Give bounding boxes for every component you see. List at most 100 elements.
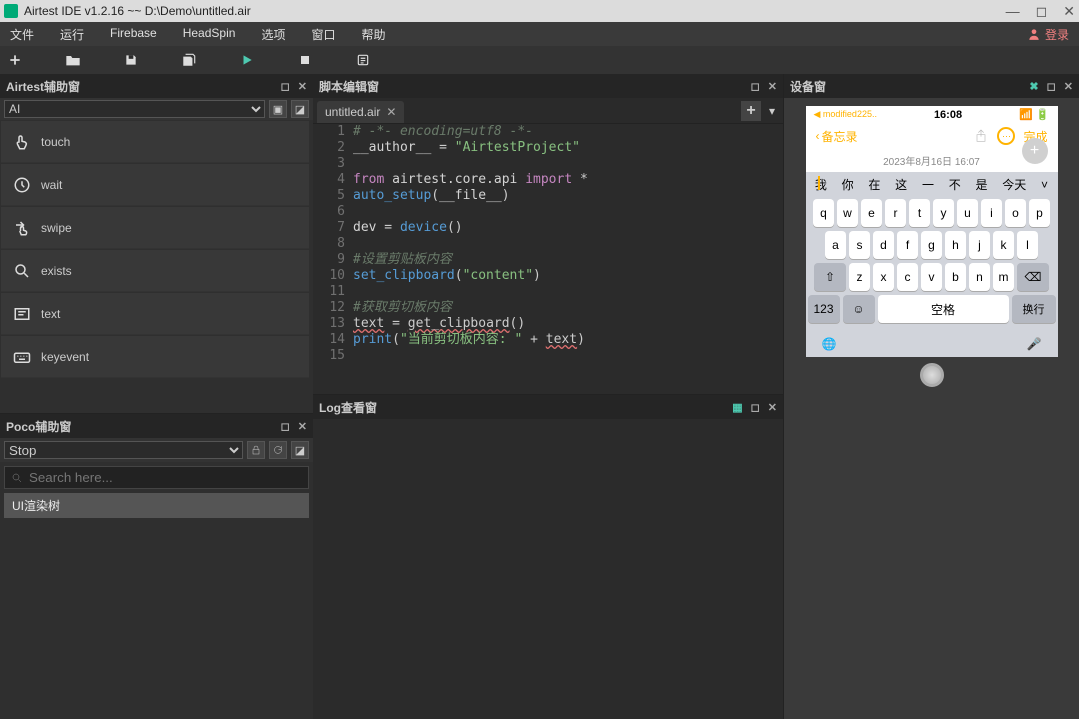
key-s[interactable]: s xyxy=(849,231,870,259)
home-button[interactable] xyxy=(920,363,944,387)
poco-capture-button[interactable]: ◪ xyxy=(291,441,309,459)
key-m[interactable]: m xyxy=(993,263,1014,291)
key-p[interactable]: p xyxy=(1029,199,1050,227)
num-key[interactable]: 123 xyxy=(808,295,840,323)
poco-panel-popout[interactable]: ◻ xyxy=(281,420,290,433)
candidate[interactable]: 这 xyxy=(895,176,907,193)
fab-add[interactable]: + xyxy=(1022,138,1048,164)
key-x[interactable]: x xyxy=(873,263,894,291)
device-panel-close[interactable]: ✕ xyxy=(1064,80,1073,93)
airtest-panel-close[interactable]: ✕ xyxy=(298,80,307,93)
device-tool-button[interactable]: ✖ xyxy=(1029,80,1038,93)
candidate[interactable]: 是 xyxy=(975,176,987,193)
key-j[interactable]: j xyxy=(969,231,990,259)
log-filter-button[interactable]: ▦ xyxy=(732,401,742,414)
tab-menu-button[interactable]: ▾ xyxy=(765,101,779,121)
candidate[interactable]: 一 xyxy=(922,176,934,193)
key-e[interactable]: e xyxy=(861,199,882,227)
backspace-key[interactable]: ⌫ xyxy=(1017,263,1049,291)
report-button[interactable] xyxy=(354,51,372,69)
candidate[interactable]: 不 xyxy=(949,176,961,193)
log-panel-popout[interactable]: ◻ xyxy=(751,401,760,414)
open-button[interactable] xyxy=(64,51,82,69)
emoji-key[interactable]: ☺ xyxy=(843,295,875,323)
login-button[interactable]: 登录 xyxy=(1027,26,1069,43)
airtest-panel-popout[interactable]: ◻ xyxy=(281,80,290,93)
key-d[interactable]: d xyxy=(873,231,894,259)
poco-search[interactable] xyxy=(4,466,309,489)
menu-options[interactable]: 选项 xyxy=(261,26,285,43)
key-a[interactable]: a xyxy=(825,231,846,259)
maximize-button[interactable]: ◻ xyxy=(1036,3,1048,20)
poco-search-input[interactable] xyxy=(29,470,302,485)
key-w[interactable]: w xyxy=(837,199,858,227)
key-g[interactable]: g xyxy=(921,231,942,259)
share-icon[interactable] xyxy=(973,128,989,144)
poco-panel-close[interactable]: ✕ xyxy=(298,420,307,433)
key-r[interactable]: r xyxy=(885,199,906,227)
editor-panel-popout[interactable]: ◻ xyxy=(751,80,760,93)
candidate[interactable]: 你 xyxy=(842,176,854,193)
save-all-button[interactable] xyxy=(180,51,198,69)
key-f[interactable]: f xyxy=(897,231,918,259)
keyboard-candidates[interactable]: 我你在这一不是今天˅ xyxy=(806,172,1058,197)
key-o[interactable]: o xyxy=(1005,199,1026,227)
device-panel-popout[interactable]: ◻ xyxy=(1047,80,1056,93)
editor-tab[interactable]: untitled.air ✕ xyxy=(317,101,404,123)
poco-lock-button[interactable] xyxy=(247,441,265,459)
menu-run[interactable]: 运行 xyxy=(60,26,84,43)
key-i[interactable]: i xyxy=(981,199,1002,227)
key-v[interactable]: v xyxy=(921,263,942,291)
api-exists[interactable]: exists xyxy=(1,250,309,292)
menu-window[interactable]: 窗口 xyxy=(311,26,335,43)
run-button[interactable] xyxy=(238,51,256,69)
key-h[interactable]: h xyxy=(945,231,966,259)
key-k[interactable]: k xyxy=(993,231,1014,259)
log-panel-close[interactable]: ✕ xyxy=(768,401,777,414)
key-y[interactable]: y xyxy=(933,199,954,227)
api-keyevent[interactable]: keyevent xyxy=(1,336,309,378)
poco-refresh-button[interactable] xyxy=(269,441,287,459)
shift-key[interactable]: ⇧ xyxy=(814,263,846,291)
api-swipe[interactable]: swipe xyxy=(1,207,309,249)
device-screen[interactable]: ◀ modified225.. 16:08 📶 🔋 ‹ 备忘录 ⋯ 完成 202… xyxy=(784,98,1079,719)
stop-button[interactable] xyxy=(296,51,314,69)
capture-button-2[interactable]: ◪ xyxy=(291,100,309,118)
editor-panel-close[interactable]: ✕ xyxy=(768,80,777,93)
key-z[interactable]: z xyxy=(849,263,870,291)
key-b[interactable]: b xyxy=(945,263,966,291)
key-q[interactable]: q xyxy=(813,199,834,227)
space-key[interactable]: 空格 xyxy=(878,295,1009,323)
api-wait[interactable]: wait xyxy=(1,164,309,206)
key-t[interactable]: t xyxy=(909,199,930,227)
key-u[interactable]: u xyxy=(957,199,978,227)
mic-icon[interactable]: 🎤 xyxy=(1027,337,1042,351)
code-editor[interactable]: 123456789101112131415 # -*- encoding=utf… xyxy=(313,124,783,394)
globe-icon[interactable]: 🌐 xyxy=(822,337,837,351)
candidate[interactable]: 在 xyxy=(868,176,880,193)
candidate[interactable]: 今天 xyxy=(1002,176,1026,193)
airtest-mode-select[interactable]: AI xyxy=(4,100,265,118)
minimize-button[interactable]: — xyxy=(1006,3,1020,20)
close-window-button[interactable]: ✕ xyxy=(1063,3,1075,20)
return-key[interactable]: 换行 xyxy=(1012,295,1056,323)
add-tab-button[interactable]: + xyxy=(741,101,761,121)
menu-file[interactable]: 文件 xyxy=(10,26,34,43)
save-button[interactable] xyxy=(122,51,140,69)
more-icon[interactable]: ⋯ xyxy=(997,127,1015,145)
new-file-button[interactable] xyxy=(6,51,24,69)
key-n[interactable]: n xyxy=(969,263,990,291)
key-c[interactable]: c xyxy=(897,263,918,291)
phone-back-button[interactable]: ‹ 备忘录 xyxy=(816,128,858,145)
capture-button-1[interactable]: ▣ xyxy=(269,100,287,118)
api-text[interactable]: text xyxy=(1,293,309,335)
key-l[interactable]: l xyxy=(1017,231,1038,259)
ui-tree-root[interactable]: UI渲染树 xyxy=(4,493,309,518)
menu-firebase[interactable]: Firebase xyxy=(110,26,157,43)
menu-help[interactable]: 帮助 xyxy=(361,26,385,43)
poco-mode-select[interactable]: Stop xyxy=(4,441,243,459)
close-tab-icon[interactable]: ✕ xyxy=(386,105,396,119)
api-touch[interactable]: touch xyxy=(1,121,309,163)
keyboard[interactable]: qwertyuiop asdfghjkl ⇧zxcvbnm⌫ 123 ☺ 空格 换行 xyxy=(806,197,1058,331)
candidate-expand[interactable]: ˅ xyxy=(1041,178,1048,192)
